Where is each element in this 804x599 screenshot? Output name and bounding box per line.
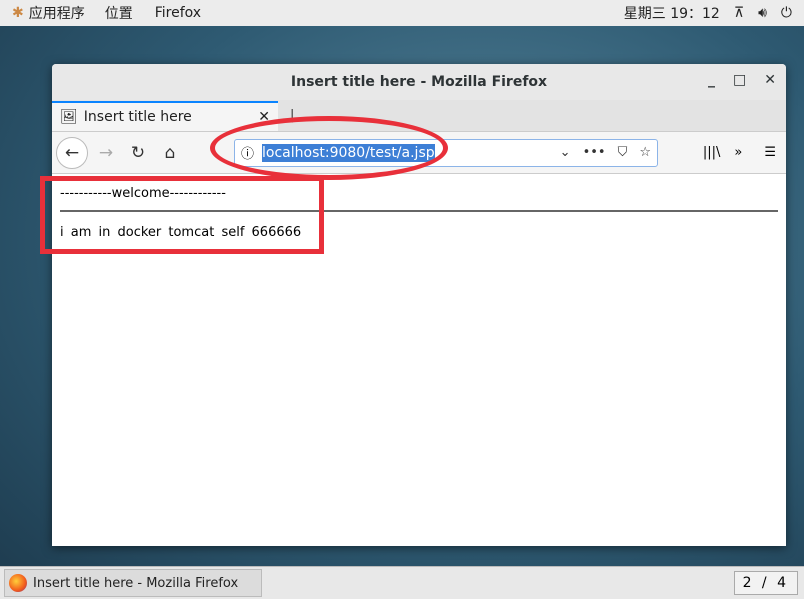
taskbar-firefox-item[interactable]: Insert title here - Mozilla Firefox bbox=[4, 569, 262, 597]
library-icon[interactable]: |||\ bbox=[703, 145, 721, 160]
clock[interactable]: 星期三 19：12 bbox=[624, 3, 720, 23]
dropdown-icon[interactable]: ⌄ bbox=[560, 145, 571, 160]
menu-icon[interactable]: ☰ bbox=[764, 145, 776, 160]
back-button[interactable]: ← bbox=[56, 136, 88, 169]
maximize-button[interactable]: □ bbox=[733, 72, 746, 88]
minimize-button[interactable]: _ bbox=[708, 72, 715, 88]
bookmark-star-icon[interactable]: ☆ bbox=[639, 145, 651, 160]
applications-menu[interactable]: ✱ 应用程序 bbox=[12, 3, 85, 23]
favicon-icon: 🖼︎ bbox=[60, 109, 78, 125]
overflow-icon[interactable]: » bbox=[734, 145, 742, 160]
title-bar: Insert title here - Mozilla Firefox _ □ ✕ bbox=[52, 64, 786, 100]
reload-button[interactable]: ↻ bbox=[124, 139, 152, 167]
top-bar: ✱ 应用程序 位置 Firefox 星期三 19：12 ⊼ 🔊︎ ⏻ bbox=[0, 0, 804, 26]
apps-icon: ✱ bbox=[12, 5, 24, 21]
home-button[interactable]: ⌂ bbox=[156, 139, 184, 167]
window-title: Insert title here - Mozilla Firefox bbox=[290, 74, 548, 90]
network-icon[interactable]: ⊼ bbox=[734, 5, 744, 21]
forward-button[interactable]: → bbox=[92, 139, 120, 167]
apps-label: 应用程序 bbox=[28, 6, 85, 22]
volume-icon[interactable]: 🔊︎ bbox=[758, 5, 767, 21]
page-actions-icon[interactable]: ••• bbox=[583, 145, 606, 160]
power-icon[interactable]: ⏻ bbox=[781, 5, 792, 21]
taskbar: Insert title here - Mozilla Firefox 2 / … bbox=[0, 566, 804, 599]
places-menu[interactable]: 位置 bbox=[105, 3, 133, 23]
task-label: Insert title here - Mozilla Firefox bbox=[33, 575, 239, 591]
close-button[interactable]: ✕ bbox=[764, 72, 776, 88]
pocket-icon[interactable]: ⛉ bbox=[618, 145, 628, 160]
workspace-indicator[interactable]: 2 / 4 bbox=[733, 571, 798, 595]
annotation-rectangle bbox=[40, 176, 324, 254]
annotation-ellipse bbox=[210, 116, 448, 180]
firefox-app-menu[interactable]: Firefox bbox=[155, 5, 201, 21]
firefox-icon bbox=[9, 574, 27, 592]
tab-title: Insert title here bbox=[83, 109, 192, 125]
